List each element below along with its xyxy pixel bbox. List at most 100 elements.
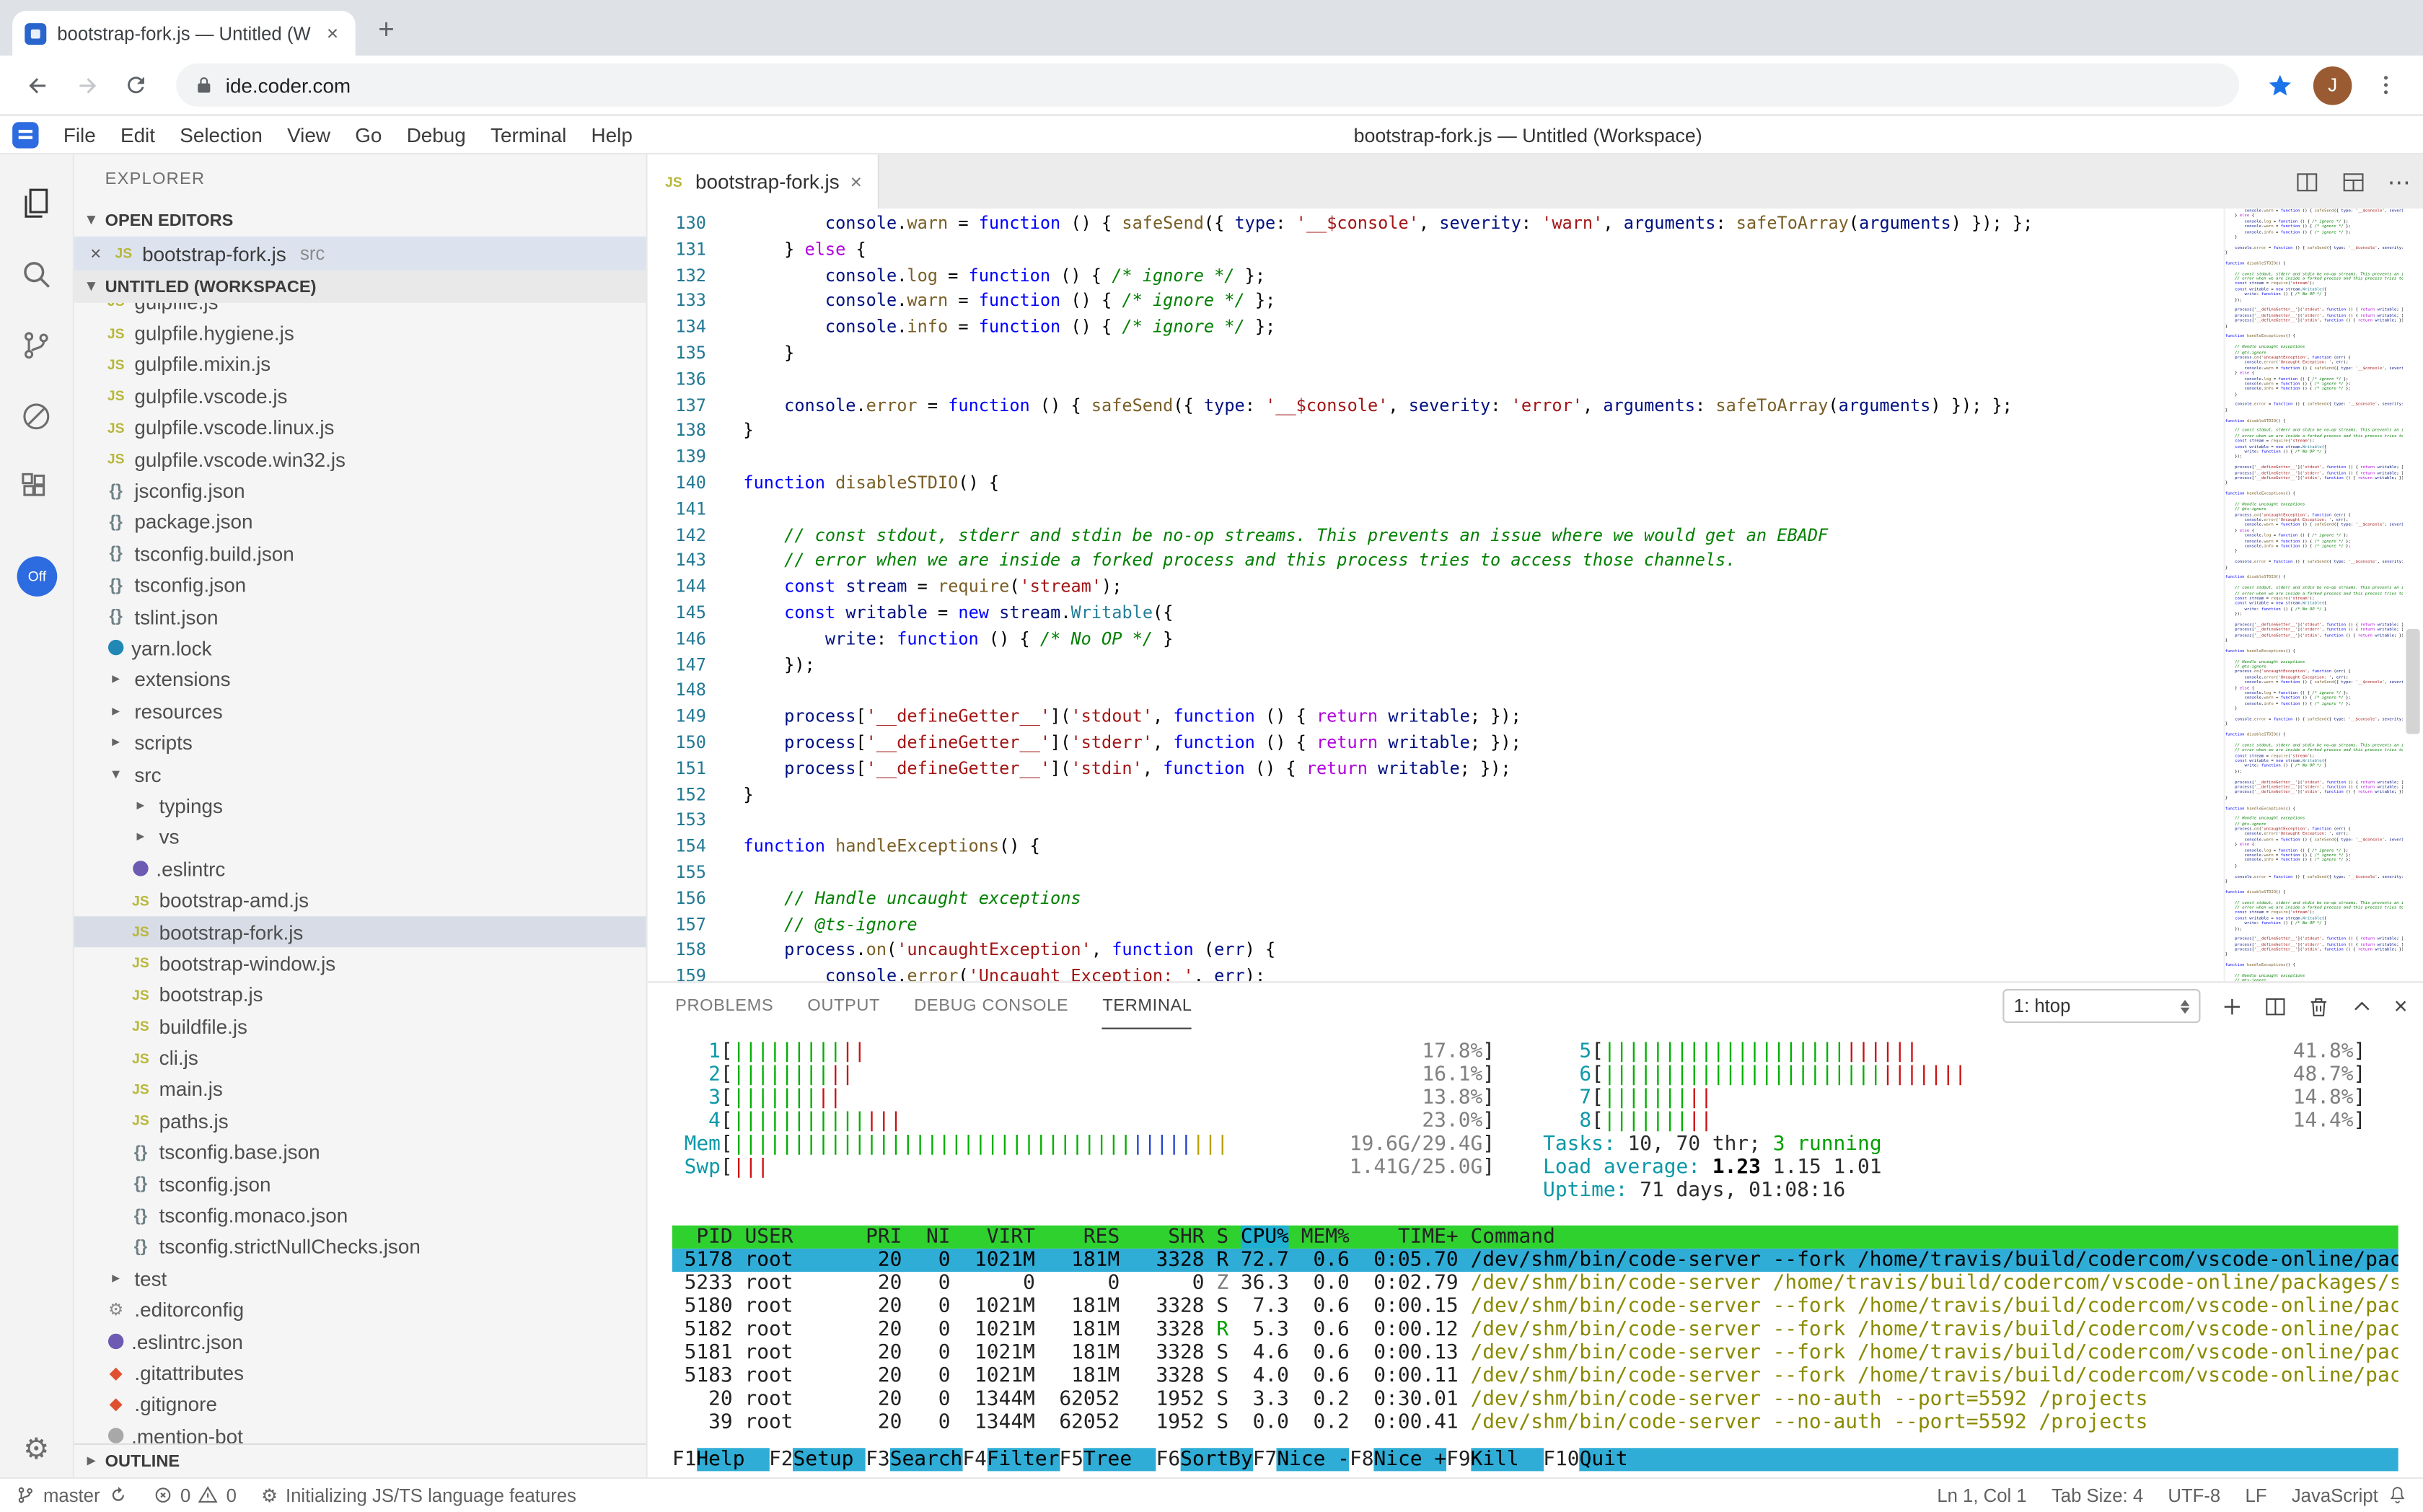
panel-tab-problems[interactable]: PROBLEMS [675, 983, 773, 1029]
fkey-f10-button[interactable]: F10 [1543, 1448, 1579, 1471]
panel-tab-output[interactable]: OUTPUT [807, 983, 880, 1029]
file-item-tsconfig.build.json[interactable]: {}tsconfig.build.json [74, 538, 646, 570]
editor-scrollbar[interactable] [2403, 208, 2423, 981]
reload-button[interactable] [115, 63, 158, 107]
folder-item-typings[interactable]: ▸typings [74, 790, 646, 822]
code-line[interactable]: 138} [648, 419, 2224, 445]
code-line[interactable]: 130 console.warn = function () { safeSen… [648, 211, 2224, 237]
minimap[interactable]: console.warn = function () { safeSend({ … [2224, 208, 2403, 981]
file-item-gulpfile.hygiene.js[interactable]: JSgulpfile.hygiene.js [74, 317, 646, 349]
terminal-output[interactable]: 1[||||||||||| 17.8%] 5[|||||||||||||||||… [648, 1029, 2423, 1449]
settings-gear-icon[interactable]: ⚙ [23, 1433, 50, 1468]
file-item-bootstrap.js[interactable]: JSbootstrap.js [74, 979, 646, 1011]
panel-tab-debug-console[interactable]: DEBUG CONSOLE [914, 983, 1068, 1029]
file-item-.eslintrc[interactable]: .eslintrc [74, 853, 646, 885]
code-line[interactable]: 131 } else { [648, 237, 2224, 263]
file-item-tslint.json[interactable]: {}tslint.json [74, 601, 646, 633]
folder-item-test[interactable]: ▸test [74, 1262, 646, 1294]
extensions-activity-button[interactable] [0, 452, 74, 523]
file-item-jsconfig.json[interactable]: {}jsconfig.json [74, 475, 646, 506]
editor-tab-bootstrap-fork[interactable]: JS bootstrap-fork.js × [648, 154, 879, 208]
new-terminal-button[interactable] [2221, 995, 2244, 1018]
code-line[interactable]: 142 // const stdout, stderr and stdin be… [648, 523, 2224, 549]
workspace-section-header[interactable]: ▾ UNTITLED (WORKSPACE) [74, 271, 646, 303]
file-item-tsconfig.json[interactable]: {}tsconfig.json [74, 1168, 646, 1200]
status-item-3[interactable]: LF [2246, 1485, 2267, 1506]
branch-indicator[interactable]: master [15, 1485, 128, 1506]
file-item-buildfile.js[interactable]: JSbuildfile.js [74, 1011, 646, 1042]
file-item-.gitattributes[interactable]: ◆.gitattributes [74, 1357, 646, 1389]
file-item-gulpfile.js[interactable]: JSgulpfile.js [74, 303, 646, 317]
file-item-bootstrap-fork.js[interactable]: JSbootstrap-fork.js [74, 916, 646, 948]
code-line[interactable]: 134 console.info = function () { /* igno… [648, 315, 2224, 341]
open-editors-header[interactable]: ▾ OPEN EDITORS [74, 204, 646, 237]
code-line[interactable]: 145 const writable = new stream.Writable… [648, 601, 2224, 627]
status-item-2[interactable]: UTF-8 [2168, 1485, 2220, 1506]
menu-item-terminal[interactable]: Terminal [478, 118, 579, 151]
file-item-gulpfile.vscode.js[interactable]: JSgulpfile.vscode.js [74, 380, 646, 412]
debug-activity-button[interactable] [0, 380, 74, 452]
scrollbar-thumb[interactable] [2406, 629, 2419, 734]
forward-button[interactable] [65, 63, 108, 107]
folder-item-vs[interactable]: ▸vs [74, 822, 646, 853]
file-item-tsconfig.json[interactable]: {}tsconfig.json [74, 569, 646, 601]
status-item-0[interactable]: Ln 1, Col 1 [1937, 1485, 2026, 1506]
fkey-f8-button[interactable]: F8 [1350, 1448, 1374, 1471]
code-line[interactable]: 140function disableSTDIO() { [648, 471, 2224, 497]
menu-item-file[interactable]: File [51, 118, 108, 151]
folder-item-scripts[interactable]: ▸scripts [74, 727, 646, 759]
source-control-activity-button[interactable] [0, 309, 74, 380]
close-icon[interactable]: × [87, 242, 105, 264]
more-actions-icon[interactable]: ⋯ [2388, 167, 2411, 195]
code-line[interactable]: 152} [648, 783, 2224, 809]
menu-item-go[interactable]: Go [343, 118, 394, 151]
menu-item-edit[interactable]: Edit [108, 118, 167, 151]
app-logo-icon[interactable] [12, 121, 38, 147]
split-editor-icon[interactable] [2295, 170, 2319, 194]
open-editor-item[interactable]: × JS bootstrap-fork.js src [74, 237, 646, 271]
new-tab-button[interactable]: + [365, 8, 408, 51]
code-line[interactable]: 143 // error when we are inside a forked… [648, 549, 2224, 575]
code-line[interactable]: 154function handleExceptions() { [648, 835, 2224, 861]
back-button[interactable] [15, 63, 58, 107]
file-item-.eslintrc.json[interactable]: .eslintrc.json [74, 1326, 646, 1358]
folder-item-extensions[interactable]: ▸extensions [74, 664, 646, 695]
tab-close-icon[interactable]: × [850, 170, 862, 193]
file-item-tsconfig.base.json[interactable]: {}tsconfig.base.json [74, 1137, 646, 1169]
menu-item-selection[interactable]: Selection [167, 118, 275, 151]
menu-item-help[interactable]: Help [579, 118, 645, 151]
terminal-select[interactable]: 1: htop [2003, 989, 2201, 1023]
fkey-f5-button[interactable]: F5 [1059, 1448, 1083, 1471]
file-item-cli.js[interactable]: JScli.js [74, 1042, 646, 1074]
code-line[interactable]: 135 } [648, 341, 2224, 367]
address-bar[interactable]: ide.coder.com [176, 63, 2239, 107]
file-item-.editorconfig[interactable]: ⚙.editorconfig [74, 1294, 646, 1326]
avatar[interactable]: J [2313, 66, 2352, 105]
kill-terminal-button[interactable] [2308, 995, 2331, 1018]
file-item-yarn.lock[interactable]: yarn.lock [74, 633, 646, 664]
code-line[interactable]: 157 // @ts-ignore [648, 913, 2224, 939]
folder-item-src[interactable]: ▾src [74, 759, 646, 791]
close-panel-button[interactable]: × [2394, 993, 2408, 1019]
code-line[interactable]: 153 [648, 809, 2224, 835]
sync-icon[interactable] [107, 1485, 128, 1506]
code-line[interactable]: 136 [648, 367, 2224, 393]
search-activity-button[interactable] [0, 238, 74, 309]
bell-icon[interactable] [2388, 1485, 2408, 1506]
code-line[interactable]: 139 [648, 445, 2224, 471]
code-line[interactable]: 159 console.error('Uncaught Exception: '… [648, 964, 2224, 981]
code-line[interactable]: 149 process['__defineGetter__']('stdout'… [648, 705, 2224, 731]
file-item-main.js[interactable]: JSmain.js [74, 1073, 646, 1105]
file-item-.gitignore[interactable]: ◆.gitignore [74, 1389, 646, 1420]
fkey-f7-button[interactable]: F7 [1253, 1448, 1278, 1471]
outline-section-header[interactable]: ▸ OUTLINE [74, 1443, 646, 1477]
code-editor[interactable]: 130 console.warn = function () { safeSen… [648, 208, 2423, 981]
bookmark-button[interactable] [2258, 63, 2301, 107]
file-item-package.json[interactable]: {}package.json [74, 506, 646, 538]
browser-menu-button[interactable] [2365, 63, 2408, 107]
split-terminal-button[interactable] [2264, 995, 2287, 1018]
code-line[interactable]: 156 // Handle uncaught exceptions [648, 887, 2224, 913]
code-line[interactable]: 155 [648, 861, 2224, 887]
offline-toggle-badge[interactable]: Off [17, 556, 58, 597]
code-line[interactable]: 146 write: function () { /* No OP */ } [648, 627, 2224, 653]
